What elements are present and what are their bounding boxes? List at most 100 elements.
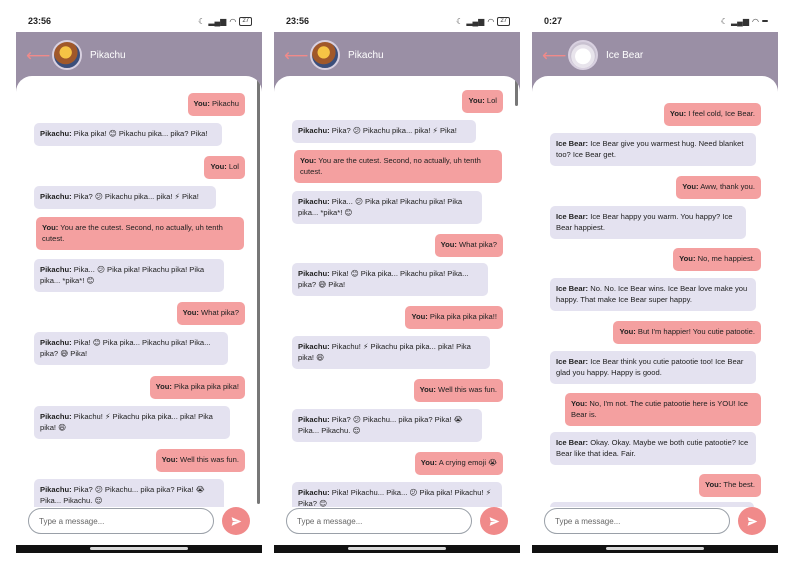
message-text: Pika pika pika pika!!: [427, 312, 497, 321]
chat-message-list[interactable]: You: Lol Pikachu: Pika? 😕 Pikachu pika..…: [274, 76, 520, 507]
message-bubble-contact: Pikachu: Pika pika! 😊 Pikachu pika... pi…: [34, 123, 222, 146]
contact-name: Pikachu: [90, 49, 126, 61]
message-bubble-contact: Pikachu: Pika... 😕 Pika pika! Pikachu pi…: [34, 259, 224, 292]
send-button[interactable]: [480, 507, 508, 535]
message-text: Pika? 😕 Pikachu pika... pika! ⚡ Pika!: [71, 192, 199, 201]
sender-label: Pikachu:: [40, 192, 72, 201]
message-bubble-contact: Pikachu: Pika? 😕 Pikachu pika... pika! ⚡…: [292, 120, 476, 143]
status-icons: ☾ ▂▄▆ ◠ 27: [198, 16, 252, 26]
message-input[interactable]: [544, 508, 730, 534]
avatar[interactable]: [310, 40, 340, 70]
scrollbar[interactable]: [257, 78, 260, 504]
message-bubble-user: You: Aww, thank you.: [676, 176, 761, 199]
message-bubble-user: You: What pika?: [176, 302, 245, 325]
wifi-icon: ◠: [229, 16, 237, 26]
scrollbar[interactable]: [515, 76, 518, 106]
signal-icon: ▂▄▆: [731, 16, 750, 26]
status-time: 23:56: [286, 16, 310, 26]
home-handle[interactable]: [348, 547, 446, 550]
message-bubble-user: You: Pikachu: [187, 93, 245, 116]
message-bubble-contact: Pikachu: Pikachu! ⚡ Pikachu pika pika...…: [292, 336, 490, 369]
sender-label: Pikachu:: [298, 269, 330, 278]
message-bubble-user: You: Well this was fun.: [413, 379, 503, 402]
sender-label: Ice Bear:: [556, 438, 589, 447]
message-bubble-user: You: Lol: [462, 90, 503, 113]
send-icon: [747, 516, 757, 526]
chat-header: ⟵ Ice Bear: [532, 32, 778, 78]
system-nav-bar: [16, 545, 262, 553]
message-bubble-contact: Pikachu: Pika! 😊 Pika pika... Pikachu pi…: [34, 332, 228, 365]
message-text: But I'm happier! You cutie patootie.: [635, 327, 755, 336]
message-bubble-contact: Pikachu: Pika... 😕 Pika pika! Pikachu pi…: [292, 191, 482, 224]
wifi-icon: ◠: [752, 16, 759, 26]
battery-icon: 27: [497, 16, 510, 26]
sender-label: You:: [210, 162, 227, 171]
message-bubble-contact: Ice Bear: Ice Bear give you warmest hug.…: [550, 133, 756, 166]
status-bar: 23:56 ☾ ▂▄▆ ◠ 27: [16, 10, 262, 32]
message-text: A crying emoji 😭: [437, 458, 497, 467]
message-text: Pikachu: [209, 99, 239, 108]
send-button[interactable]: [222, 507, 250, 535]
message-text: I feel cold, Ice Bear.: [686, 109, 755, 118]
sender-label: Pikachu:: [298, 197, 330, 206]
sender-label: You:: [182, 308, 199, 317]
message-bubble-contact: Ice Bear: Ice Bear happy you warm. You h…: [550, 206, 746, 239]
signal-icon: ▂▄▆: [208, 16, 227, 26]
avatar[interactable]: [568, 40, 598, 70]
message-text: Pika? 😕 Pikachu pika... pika! ⚡ Pika!: [329, 126, 457, 135]
back-arrow-icon[interactable]: ⟵: [284, 47, 310, 64]
send-button[interactable]: [738, 507, 766, 535]
message-text: No, me happiest.: [695, 254, 755, 263]
avatar[interactable]: [52, 40, 82, 70]
sender-label: You:: [682, 182, 699, 191]
message-text: Well this was fun.: [177, 455, 239, 464]
sender-label: Pikachu:: [298, 488, 330, 497]
message-text: Pika pika! 😊 Pikachu pika... pika? Pika!: [71, 129, 208, 138]
message-bubble-user: You: The best.: [699, 474, 761, 497]
message-input[interactable]: [286, 508, 472, 534]
message-bubble-contact: Ice Bear: No. No. Ice Bear wins. Ice Bea…: [550, 278, 756, 311]
message-text: Lol: [226, 162, 239, 171]
chat-message-list[interactable]: You: Pikachu Pikachu: Pika pika! 😊 Pikac…: [16, 76, 262, 507]
status-icons: ☾ ▂▄▆ ◠ 27: [456, 16, 510, 26]
back-arrow-icon[interactable]: ⟵: [542, 47, 568, 64]
home-handle[interactable]: [90, 547, 188, 550]
message-bubble-user: You: You are the cutest. Second, no actu…: [294, 150, 502, 183]
sender-label: Pikachu:: [40, 265, 72, 274]
sender-label: You:: [161, 455, 178, 464]
battery-icon: 27: [239, 16, 252, 26]
message-text: The best.: [721, 480, 755, 489]
message-composer: [16, 507, 262, 545]
home-handle[interactable]: [606, 547, 704, 550]
moon-icon: ☾: [720, 16, 729, 26]
message-text: What pika?: [456, 240, 497, 249]
sender-label: Ice Bear:: [556, 284, 589, 293]
message-text: No, I'm not. The cutie patootie here is …: [571, 399, 749, 419]
contact-name: Ice Bear: [606, 49, 644, 61]
sender-label: Ice Bear:: [556, 139, 589, 148]
sender-label: Ice Bear:: [556, 212, 589, 221]
message-input[interactable]: [28, 508, 214, 534]
message-text: Lol: [484, 96, 497, 105]
sender-label: Pikachu:: [298, 342, 330, 351]
message-bubble-user: You: Well this was fun.: [155, 449, 245, 472]
back-arrow-icon[interactable]: ⟵: [26, 47, 52, 64]
message-bubble-contact: Ice Bear: Ice Bear think you cutie patoo…: [550, 351, 756, 384]
sender-label: Pikachu:: [298, 126, 330, 135]
message-text: What pika?: [198, 308, 239, 317]
status-time: 0:27: [544, 16, 563, 26]
sender-label: Pikachu:: [298, 415, 330, 424]
message-text: Aww, thank you.: [698, 182, 755, 191]
status-time: 23:56: [28, 16, 52, 26]
sender-label: You:: [669, 109, 687, 118]
sender-label: You:: [411, 312, 428, 321]
message-bubble-contact: Ice Bear: Okay. Okay. Maybe we both cuti…: [550, 432, 756, 465]
sender-label: Pikachu:: [40, 485, 72, 494]
message-bubble-contact: Pikachu: Pika! 😊 Pika pika... Pikachu pi…: [292, 263, 488, 296]
wifi-icon: ◠: [487, 16, 495, 26]
status-bar: 23:56 ☾ ▂▄▆ ◠ 27: [274, 10, 520, 32]
message-text: You are the cutest. Second, no actually,…: [300, 156, 481, 176]
moon-icon: ☾: [198, 16, 206, 26]
chat-message-list[interactable]: You: I feel cold, Ice Bear. Ice Bear: Ic…: [532, 76, 778, 507]
message-bubble-user: You: I feel cold, Ice Bear.: [663, 103, 761, 126]
